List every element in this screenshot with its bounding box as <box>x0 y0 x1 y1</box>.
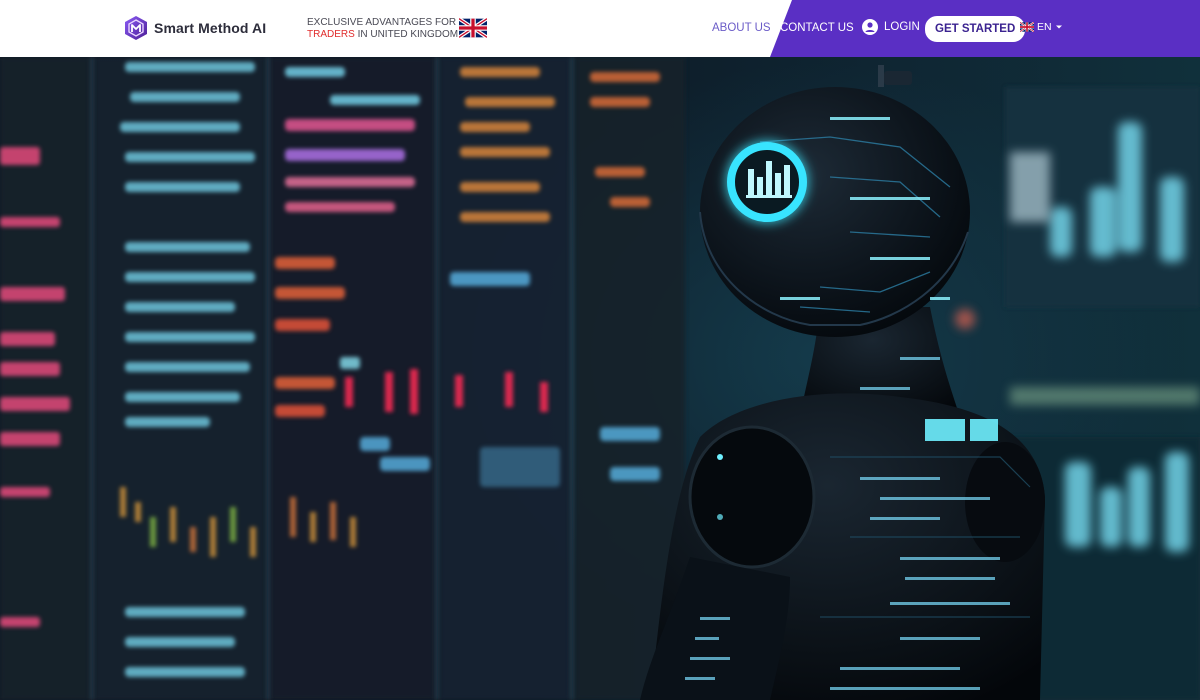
language-selector[interactable]: EN <box>1020 21 1063 33</box>
brand-name: Smart Method AI <box>154 20 267 36</box>
login-button[interactable]: LOGIN <box>862 19 920 35</box>
tagline-accent: TRADERS <box>307 29 355 40</box>
nav-about-link[interactable]: ABOUT US <box>712 22 771 34</box>
hexagon-logo-icon <box>125 16 147 40</box>
user-icon <box>862 19 878 35</box>
chevron-down-icon <box>1055 25 1062 29</box>
tagline-line1: EXCLUSIVE ADVANTAGES FOR <box>307 17 457 28</box>
uk-flag-small-icon <box>1020 22 1034 32</box>
brand-logo[interactable]: Smart Method AI <box>123 15 266 41</box>
get-started-button[interactable]: GET STARTED <box>925 16 1026 42</box>
tagline-line2-rest: IN UNITED KINGDOM <box>354 29 459 40</box>
site-header: Smart Method AI EXCLUSIVE ADVANTAGES FOR… <box>0 0 1200 57</box>
nav-contact-link[interactable]: CONTACT US <box>780 22 854 34</box>
uk-flag-icon <box>459 18 487 38</box>
tagline: EXCLUSIVE ADVANTAGES FOR TRADERS IN UNIT… <box>307 17 458 41</box>
login-label: LOGIN <box>884 21 920 33</box>
language-label: EN <box>1037 21 1052 33</box>
hero-image <box>0 57 1200 700</box>
robot-trading-illustration <box>0 57 1200 700</box>
tagline-line2: TRADERS IN UNITED KINGDOM <box>307 29 458 41</box>
